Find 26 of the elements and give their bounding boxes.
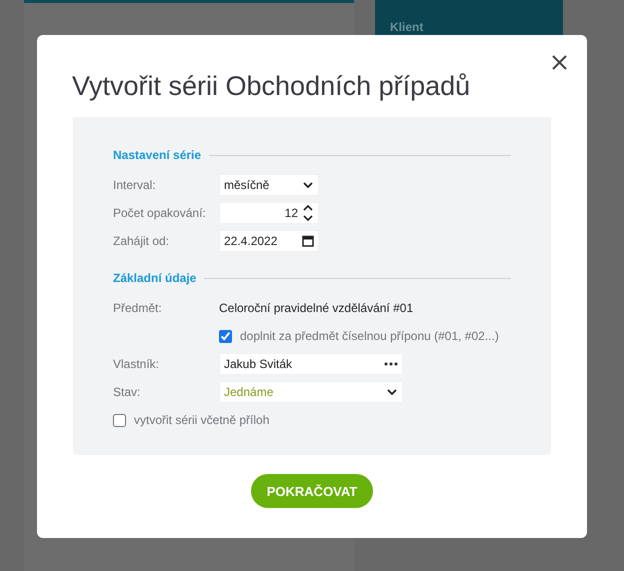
checkbox-label: doplnit za předmět číselnou příponu (#01, #02...) [240,328,499,346]
owner-field[interactable]: Jakub Sviták [219,353,403,376]
section-heading: Základní údaje [113,270,196,288]
checkbox[interactable] [219,330,232,343]
side-panel-label: Klient [390,20,424,34]
calendar-icon [302,235,314,248]
date-field[interactable]: 22.4.2022 [219,230,319,252]
field-label: Vlastník: [113,356,160,374]
number-field[interactable]: 12 [219,202,319,224]
caret-icon [386,387,398,398]
caret-icon [302,180,314,190]
dialog-title: Vytvořit sérii Obchodních případů [72,70,472,102]
close-icon [552,55,567,70]
spinner-icon [302,204,314,222]
interval-select[interactable]: měsíčně [219,174,319,196]
more-icon [384,362,398,366]
field-label: Zahájit od: [113,233,170,250]
field-label: Předmět: [113,300,163,318]
close-button[interactable] [552,55,567,70]
checkbox-label: vytvořit sérii včetně příloh [134,412,270,430]
field-label: Stav: [113,384,142,402]
field-label: Počet opakování: [113,205,207,222]
checkbox[interactable] [113,414,126,427]
section-heading: Nastavení série [113,147,202,164]
subject-value: Celoroční pravidelné vzdělávání #01 [219,300,414,318]
field-label: Interval: [113,177,157,194]
